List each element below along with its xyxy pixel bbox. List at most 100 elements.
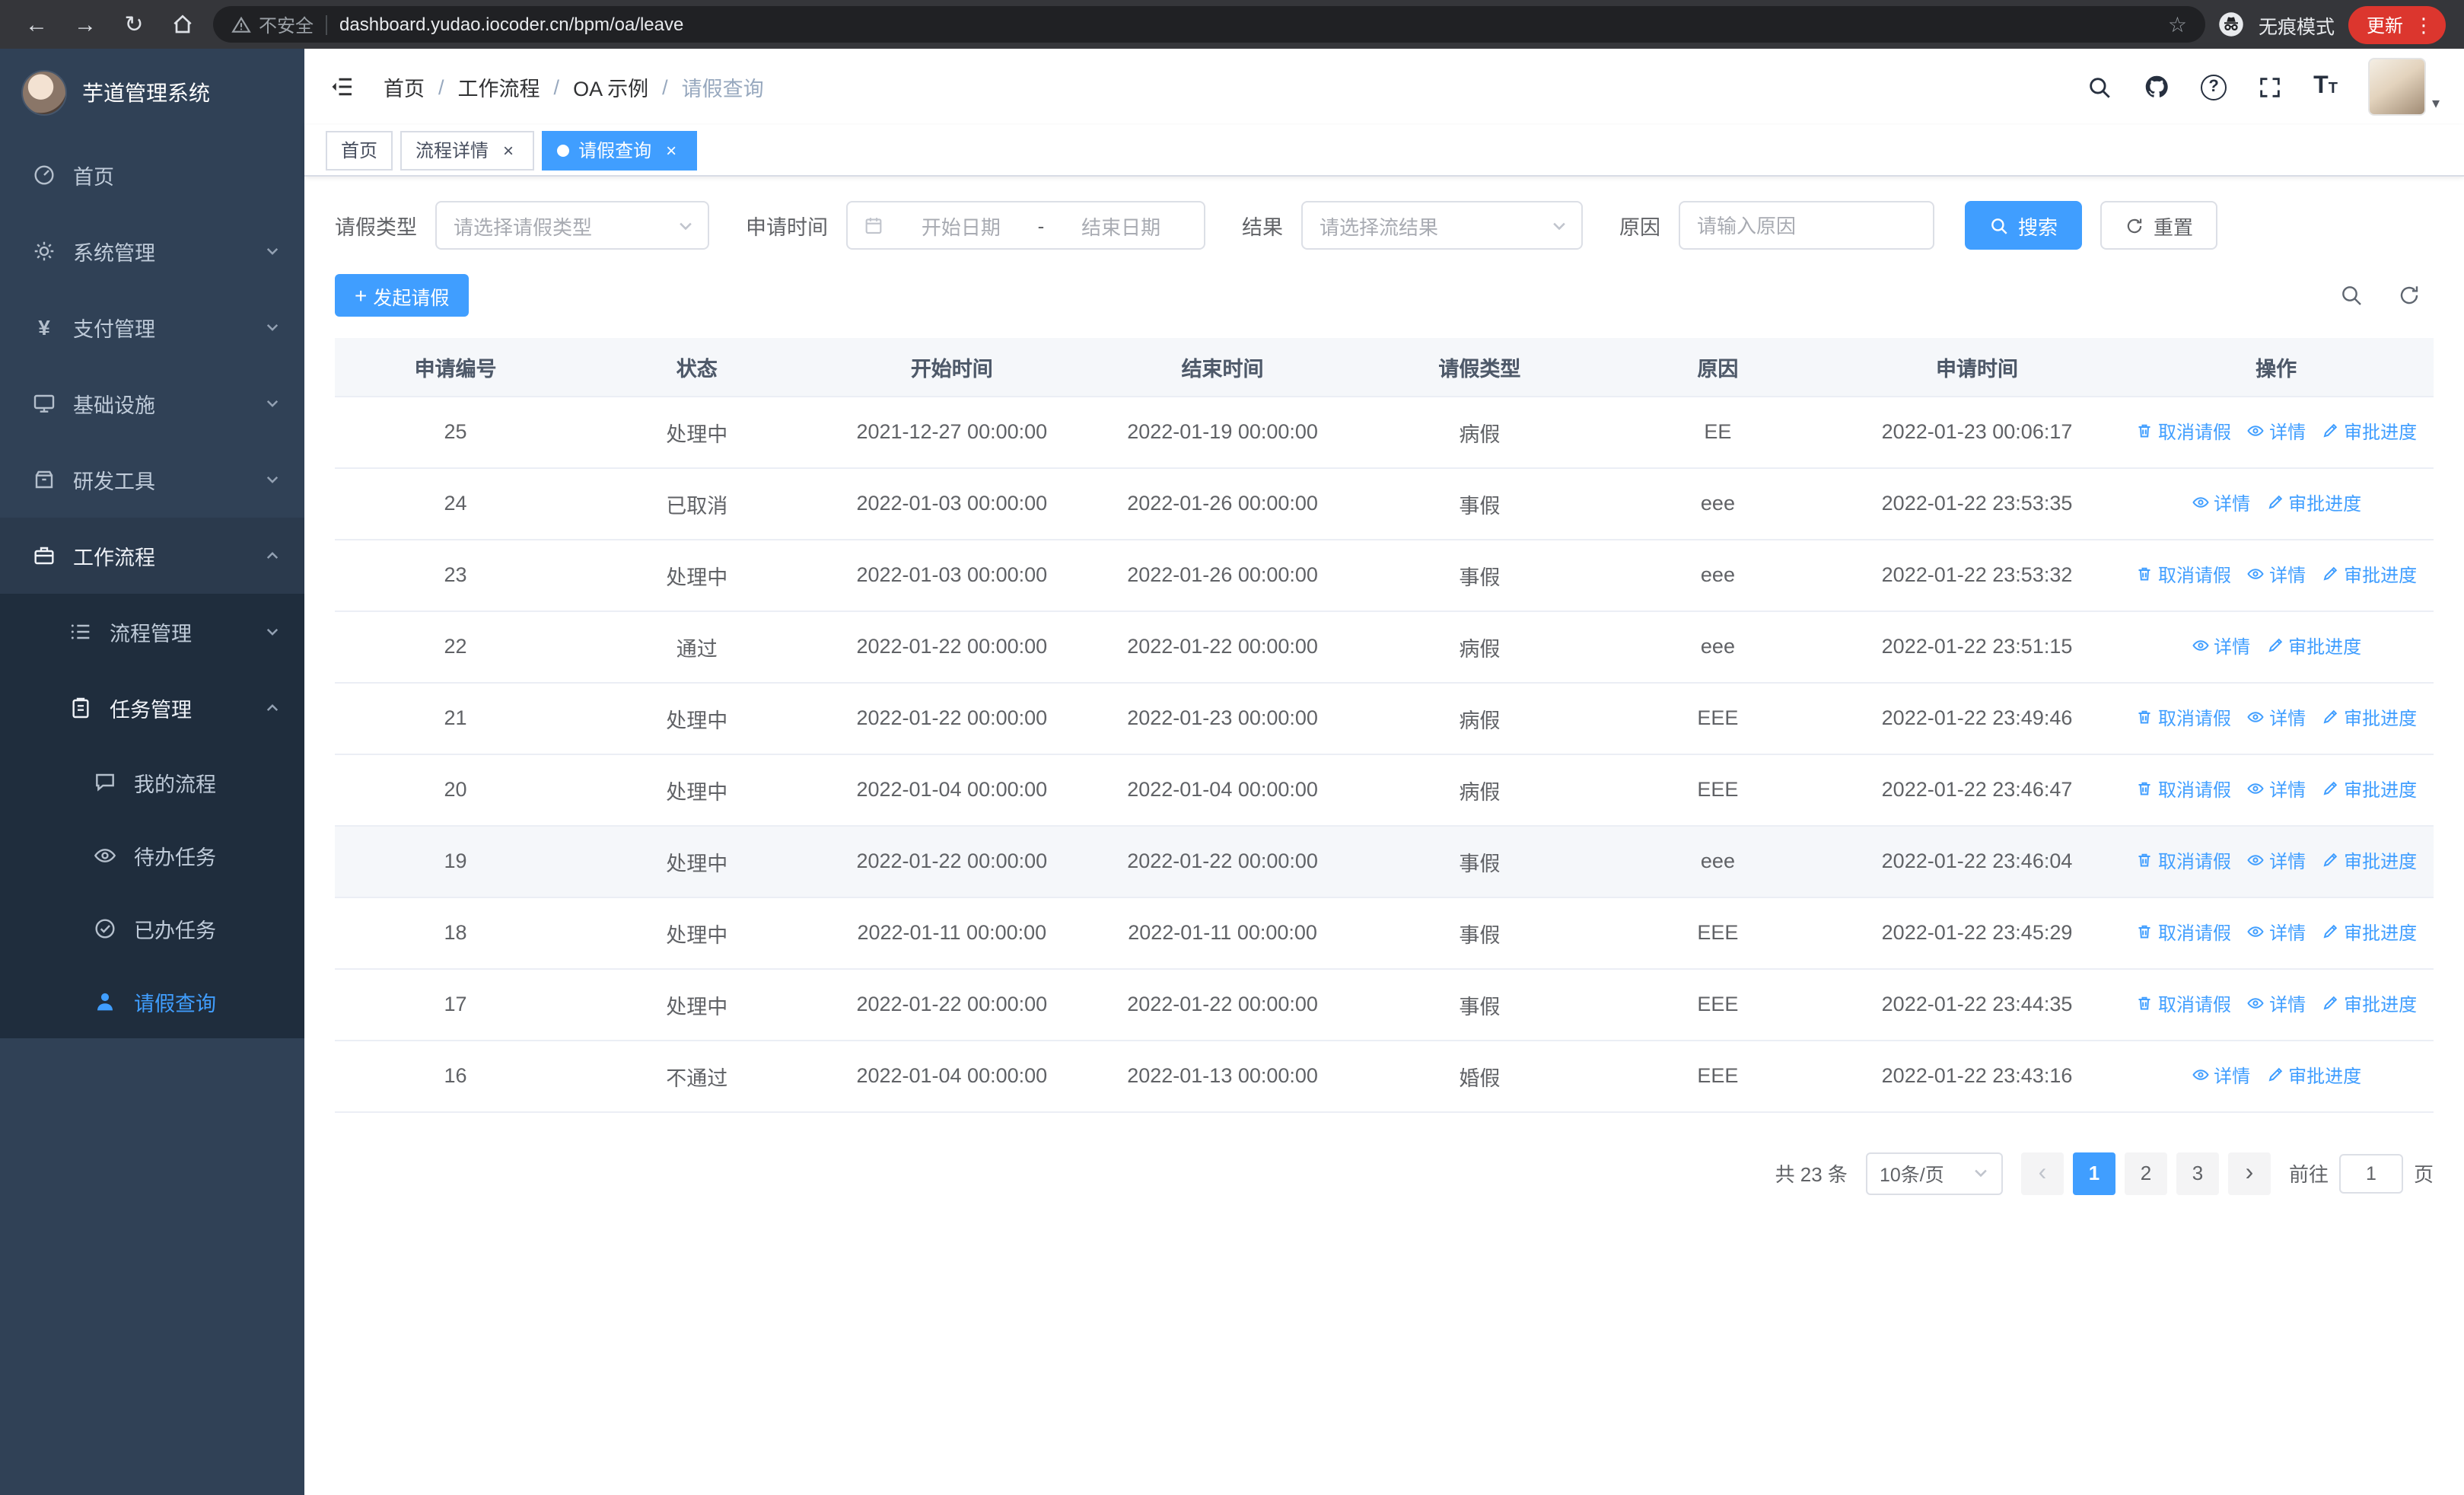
sidebar-item-process-mgmt[interactable]: 流程管理 (0, 594, 304, 670)
breadcrumb: 首页 / 工作流程 / OA 示例 / 请假查询 (384, 72, 764, 102)
progress-link[interactable]: 审批进度 (2321, 419, 2417, 445)
cancel-link[interactable]: 取消请假 (2135, 920, 2231, 945)
update-label: 更新 (2366, 14, 2403, 36)
sidebar-fold-icon[interactable] (329, 73, 356, 100)
browser-back-icon[interactable]: ← (18, 6, 55, 43)
cell-id: 24 (335, 467, 577, 540)
tags-view-tab[interactable]: 请假查询 × (542, 130, 698, 170)
progress-link[interactable]: 审批进度 (2321, 562, 2417, 588)
chrome-controls: 无痕模式 更新 ⋮ (2217, 5, 2446, 43)
cancel-link[interactable]: 取消请假 (2135, 705, 2231, 731)
leave-type-select[interactable]: 请选择请假类型 (435, 201, 709, 250)
progress-link[interactable]: 审批进度 (2321, 848, 2417, 874)
browser-forward-icon[interactable]: → (67, 6, 103, 43)
cell-id: 25 (335, 396, 577, 468)
user-menu[interactable]: ▾ (2367, 58, 2440, 116)
cell-status: 处理中 (576, 682, 818, 754)
progress-link[interactable]: 审批进度 (2321, 776, 2417, 802)
page-size-select[interactable]: 10条/页 (1865, 1152, 2003, 1194)
cancel-link[interactable]: 取消请假 (2135, 562, 2231, 588)
sidebar-item-payment[interactable]: ¥ 支付管理 (0, 289, 304, 365)
cell-reason: eee (1600, 539, 1835, 611)
detail-link[interactable]: 详情 (2191, 633, 2250, 659)
table-refresh-icon[interactable] (2397, 283, 2421, 308)
avatar[interactable] (2367, 58, 2426, 116)
detail-link[interactable]: 详情 (2191, 1063, 2250, 1089)
update-button[interactable]: 更新 ⋮ (2348, 5, 2446, 43)
close-icon[interactable]: × (498, 139, 519, 161)
reset-button[interactable]: 重置 (2100, 201, 2218, 250)
browser-home-icon[interactable] (164, 6, 201, 43)
sidebar-item-home[interactable]: 首页 (0, 137, 304, 213)
breadcrumb-oa[interactable]: OA 示例 (573, 72, 648, 102)
sidebar-item-done-tasks[interactable]: 已办任务 (0, 892, 304, 965)
help-icon[interactable]: ? (2201, 74, 2227, 100)
search-button[interactable]: 搜索 (1965, 201, 2083, 250)
date-range-picker[interactable]: 开始日期 - 结束日期 (846, 201, 1205, 250)
progress-link[interactable]: 审批进度 (2321, 705, 2417, 731)
tags-view-tab[interactable]: 流程详情 × (400, 130, 535, 170)
fullscreen-icon[interactable] (2257, 74, 2283, 100)
font-size-icon[interactable]: TT (2313, 74, 2338, 99)
cell-start: 2022-01-11 00:00:00 (817, 897, 1087, 969)
progress-link[interactable]: 审批进度 (2321, 920, 2417, 945)
goto-page-input[interactable] (2338, 1153, 2403, 1193)
page-button-2[interactable]: 2 (2124, 1152, 2167, 1194)
create-leave-button[interactable]: + 发起请假 (335, 274, 470, 317)
detail-link[interactable]: 详情 (2246, 991, 2306, 1017)
detail-link[interactable]: 详情 (2246, 848, 2306, 874)
cancel-link[interactable]: 取消请假 (2135, 776, 2231, 802)
tab-bar: 首页 流程详情 × 请假查询 × (304, 125, 2464, 177)
cell-reason: eee (1600, 825, 1835, 897)
sidebar-item-infra[interactable]: 基础设施 (0, 365, 304, 441)
search-icon[interactable] (2087, 74, 2112, 100)
progress-link[interactable]: 审批进度 (2265, 490, 2361, 516)
menu-dots-icon[interactable]: ⋮ (2414, 14, 2434, 34)
security-status[interactable]: 不安全 (231, 11, 314, 37)
cell-id: 22 (335, 610, 577, 683)
calendar-icon (863, 215, 884, 236)
address-bar[interactable]: 不安全 dashboard.yudao.iocoder.cn/bpm/oa/le… (213, 6, 2205, 43)
pagination: 共 23 条 10条/页 ‹ 123 › 前往 页 (335, 1152, 2434, 1225)
sidebar-item-workflow[interactable]: 工作流程 (0, 518, 304, 594)
cell-apply: 2022-01-22 23:46:04 (1835, 825, 2119, 897)
breadcrumb-workflow[interactable]: 工作流程 (458, 72, 540, 102)
reason-input[interactable] (1679, 201, 1934, 250)
github-icon[interactable] (2143, 73, 2170, 100)
progress-link[interactable]: 审批进度 (2265, 1063, 2361, 1089)
sidebar-item-todo-tasks[interactable]: 待办任务 (0, 819, 304, 892)
sidebar-item-devtools[interactable]: 研发工具 (0, 441, 304, 518)
progress-link[interactable]: 审批进度 (2265, 633, 2361, 659)
detail-link[interactable]: 详情 (2246, 705, 2306, 731)
breadcrumb-separator: / (662, 75, 668, 98)
cell-reason: eee (1600, 467, 1835, 540)
tags-view-tab[interactable]: 首页 (326, 130, 393, 170)
cancel-link[interactable]: 取消请假 (2135, 848, 2231, 874)
sidebar-item-task-mgmt[interactable]: 任务管理 (0, 670, 304, 746)
progress-link[interactable]: 审批进度 (2321, 991, 2417, 1017)
sidebar-item-leave-query[interactable]: 请假查询 (0, 965, 304, 1038)
table-search-icon[interactable] (2339, 283, 2364, 308)
cell-id: 17 (335, 968, 577, 1041)
sidebar-item-system[interactable]: 系统管理 (0, 213, 304, 289)
cell-actions: 取消请假 详情 审批进度 (2119, 968, 2434, 1041)
page-button-3[interactable]: 3 (2176, 1152, 2219, 1194)
detail-link[interactable]: 详情 (2246, 562, 2306, 588)
cell-actions: 取消请假 详情 审批进度 (2119, 897, 2434, 969)
detail-link[interactable]: 详情 (2246, 776, 2306, 802)
close-icon[interactable]: × (661, 139, 682, 161)
cancel-link[interactable]: 取消请假 (2135, 991, 2231, 1017)
breadcrumb-home[interactable]: 首页 (384, 72, 425, 102)
page-button-1[interactable]: 1 (2072, 1152, 2115, 1194)
detail-link[interactable]: 详情 (2246, 920, 2306, 945)
detail-link[interactable]: 详情 (2246, 419, 2306, 445)
refresh-icon (2127, 218, 2142, 233)
detail-link[interactable]: 详情 (2191, 490, 2250, 516)
result-select[interactable]: 请选择流结果 (1301, 201, 1583, 250)
cancel-link[interactable]: 取消请假 (2135, 419, 2231, 445)
sidebar-item-my-process[interactable]: 我的流程 (0, 746, 304, 819)
browser-reload-icon[interactable]: ↻ (116, 6, 152, 43)
prev-page-button[interactable]: ‹ (2020, 1152, 2064, 1194)
next-page-button[interactable]: › (2227, 1152, 2271, 1194)
bookmark-star-icon[interactable]: ☆ (2168, 11, 2187, 37)
